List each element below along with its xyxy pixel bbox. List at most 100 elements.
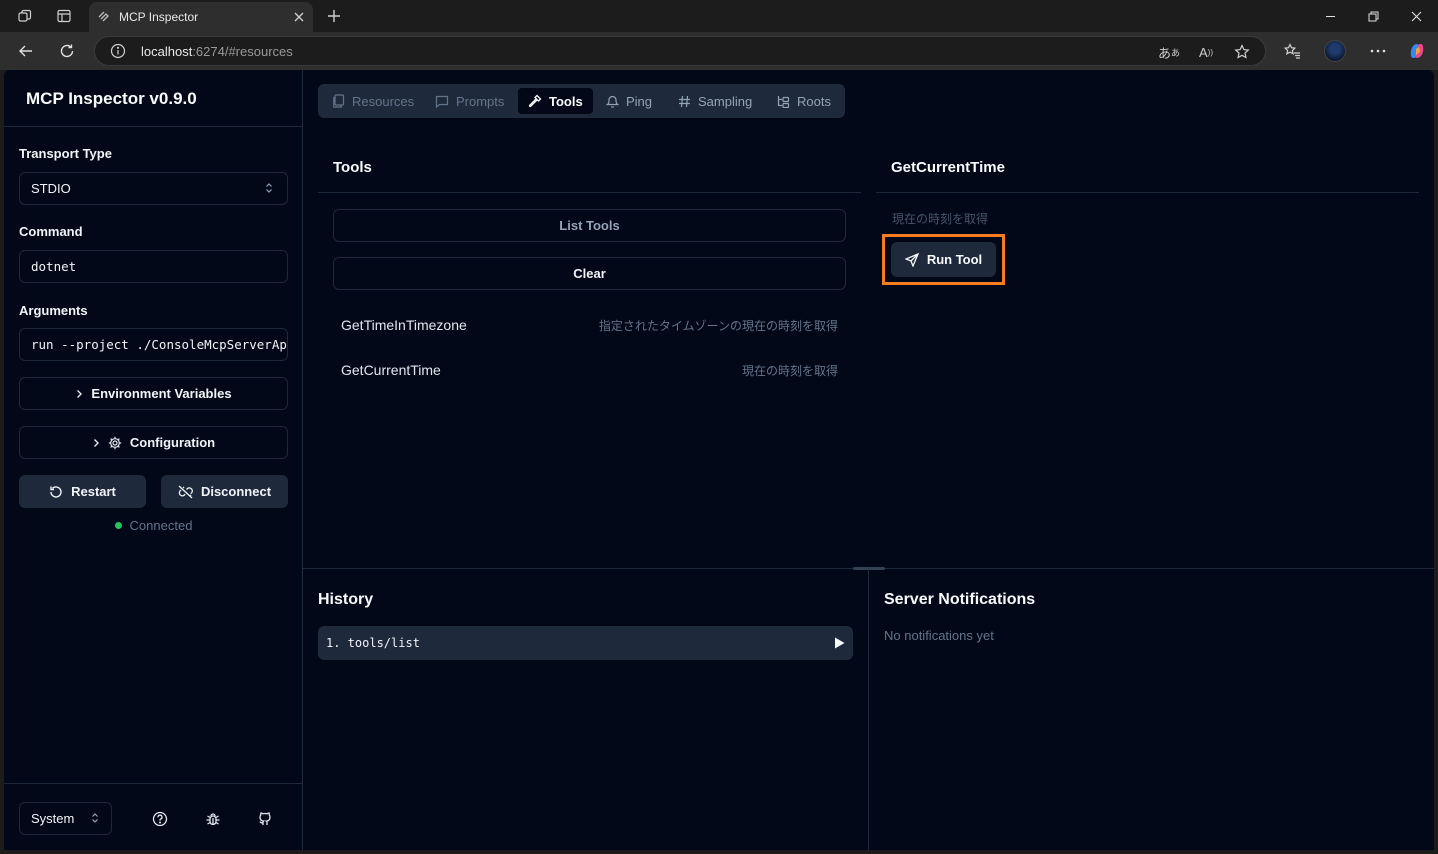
connection-status-text: Connected <box>129 518 193 533</box>
tools-panel-title: Tools <box>333 159 372 176</box>
browser-navbar: localhost:6274/#resources ああ A)) <box>0 32 1438 70</box>
chevron-right-icon <box>77 389 83 398</box>
url-host: localhost <box>141 43 193 59</box>
bug-icon[interactable] <box>205 811 221 827</box>
tool-name: GetTimeInTimezone <box>341 317 467 333</box>
tool-detail-description: 現在の時刻を取得 <box>892 212 989 226</box>
folder-tree-icon <box>777 95 790 108</box>
hammer-icon <box>528 94 542 108</box>
transport-type-label: Transport Type <box>19 146 112 161</box>
tab-prompts[interactable]: Prompts <box>425 88 514 114</box>
files-icon <box>333 94 345 108</box>
copilot-icon[interactable] <box>1405 39 1429 63</box>
profile-avatar[interactable] <box>1324 40 1346 62</box>
github-icon[interactable] <box>257 811 273 827</box>
back-arrow-icon[interactable] <box>14 39 38 63</box>
resize-handle[interactable] <box>853 567 885 570</box>
command-input[interactable]: dotnet <box>19 250 288 283</box>
translate-icon[interactable]: ああ <box>1158 41 1180 63</box>
tab-roots[interactable]: Roots <box>767 88 841 114</box>
tab-roots-label: Roots <box>797 93 831 109</box>
sidebar-footer: System <box>4 783 303 850</box>
close-tab-icon[interactable] <box>289 7 309 27</box>
refresh-icon[interactable] <box>55 39 79 63</box>
close-window-icon[interactable] <box>1394 0 1438 32</box>
help-icon[interactable] <box>152 811 168 827</box>
main-content: Resources Prompts Tools Ping Sampling Ro… <box>303 70 1434 850</box>
chevron-right-icon <box>93 438 99 447</box>
unplug-icon <box>178 485 193 498</box>
restart-icon <box>50 485 62 498</box>
tool-list-item[interactable]: GetTimeInTimezone 指定されたタイムゾーンの現在の時刻を取得 <box>333 306 846 344</box>
server-notifications-title: Server Notifications <box>884 591 1036 608</box>
environment-variables-label: Environment Variables <box>91 386 232 401</box>
send-icon <box>904 252 919 267</box>
history-title: History <box>318 591 374 608</box>
restore-icon[interactable] <box>1351 0 1395 32</box>
favorites-icon[interactable] <box>1280 39 1304 63</box>
run-tool-button[interactable]: Run Tool <box>891 242 996 277</box>
chevron-up-down-icon <box>265 182 273 197</box>
disconnect-button[interactable]: Disconnect <box>161 475 288 508</box>
tool-list-item[interactable]: GetCurrentTime 現在の時刻を取得 <box>333 351 846 389</box>
browser-titlebar: MCP Inspector <box>0 0 1438 32</box>
hash-icon <box>679 95 690 107</box>
tab-sampling-label: Sampling <box>698 93 753 109</box>
command-label: Command <box>19 224 83 239</box>
restart-label: Restart <box>71 484 116 499</box>
tab-resources-label: Resources <box>352 93 415 109</box>
status-dot <box>114 522 122 530</box>
run-tool-label: Run Tool <box>926 252 983 267</box>
tool-name: GetCurrentTime <box>341 362 441 378</box>
app-title: MCP Inspector v0.9.0 <box>4 70 302 127</box>
restart-button[interactable]: Restart <box>19 475 146 508</box>
transport-type-select[interactable]: STDIO <box>19 172 288 205</box>
environment-variables-toggle[interactable]: Environment Variables <box>19 377 288 410</box>
configuration-label: Configuration <box>129 435 216 450</box>
tab-ping[interactable]: Ping <box>596 88 662 114</box>
theme-select-value: System <box>31 811 75 826</box>
tools-panel-divider <box>318 192 861 193</box>
arguments-input[interactable]: run --project ./ConsoleMcpServerAp <box>19 328 288 361</box>
play-icon[interactable] <box>834 637 845 649</box>
arguments-label: Arguments <box>19 303 88 318</box>
url-path: :6274/#resources <box>192 43 293 59</box>
browser-tab[interactable]: MCP Inspector <box>89 2 313 32</box>
bell-icon <box>606 95 619 108</box>
history-item[interactable]: 1. tools/list <box>318 626 853 660</box>
favorite-star-icon[interactable] <box>1231 41 1253 63</box>
site-info-icon[interactable] <box>109 42 127 60</box>
list-tools-button[interactable]: List Tools <box>333 209 846 242</box>
no-notifications-text: No notifications yet <box>884 628 994 643</box>
clear-button[interactable]: Clear <box>333 257 846 290</box>
disconnect-label: Disconnect <box>200 484 272 499</box>
tab-sampling[interactable]: Sampling <box>668 88 762 114</box>
theme-select[interactable]: System <box>19 802 112 835</box>
vertical-tabs-icon[interactable] <box>54 6 74 26</box>
tab-bar: Resources Prompts Tools Ping Sampling Ro… <box>318 84 845 118</box>
tool-detail-divider <box>876 192 1419 193</box>
tab-title: MCP Inspector <box>119 10 199 24</box>
tab-resources[interactable]: Resources <box>322 88 424 114</box>
mcp-favicon-icon <box>97 10 111 24</box>
tab-tools[interactable]: Tools <box>518 88 593 114</box>
address-bar[interactable]: localhost:6274/#resources ああ A)) <box>94 36 1266 66</box>
history-item-text: 1. tools/list <box>326 636 420 650</box>
tool-description: 指定されたタイムゾーンの現在の時刻を取得 <box>598 318 838 333</box>
chevron-up-down-icon <box>91 812 99 827</box>
workspaces-icon[interactable] <box>15 6 35 26</box>
bottom-panel-divider <box>868 569 869 850</box>
tab-ping-label: Ping <box>626 93 653 109</box>
sidebar: MCP Inspector v0.9.0 Transport Type STDI… <box>4 70 303 850</box>
gear-icon <box>108 436 122 449</box>
tab-prompts-label: Prompts <box>456 93 505 109</box>
minimize-icon[interactable] <box>1308 0 1352 32</box>
transport-type-value: STDIO <box>31 181 71 196</box>
configuration-toggle[interactable]: Configuration <box>19 426 288 459</box>
new-tab-icon[interactable] <box>323 5 345 27</box>
connection-status: Connected <box>4 518 303 533</box>
mcp-inspector-app: MCP Inspector v0.9.0 Transport Type STDI… <box>4 70 1434 850</box>
read-aloud-icon[interactable]: A)) <box>1195 41 1217 63</box>
tab-tools-label: Tools <box>549 93 583 109</box>
more-menu-icon[interactable] <box>1366 39 1390 63</box>
